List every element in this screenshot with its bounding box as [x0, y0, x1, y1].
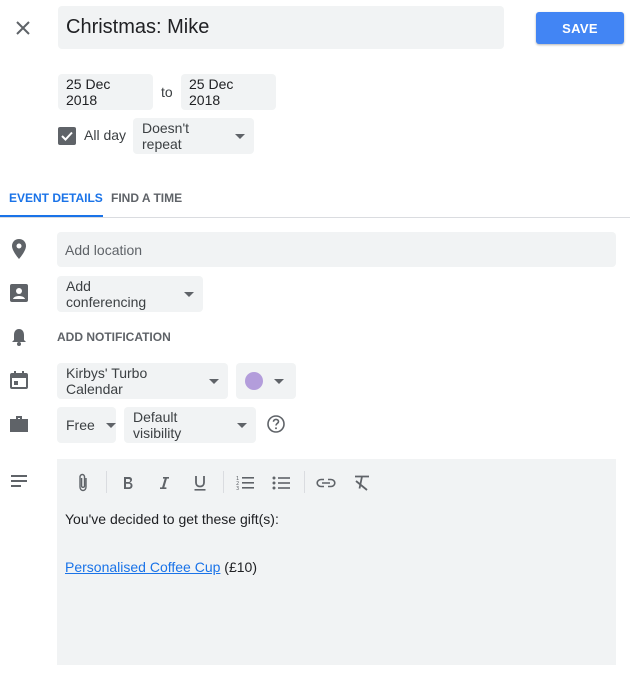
visibility-select[interactable]: Default visibility: [124, 407, 256, 443]
bulleted-list-icon[interactable]: [268, 470, 294, 496]
location-placeholder: Add location: [65, 241, 143, 258]
repeat-select[interactable]: Doesn't repeat: [133, 118, 254, 154]
availability-select[interactable]: Free: [57, 407, 116, 443]
save-button[interactable]: SAVE: [536, 12, 624, 44]
gift-link[interactable]: Personalised Coffee Cup: [65, 559, 220, 575]
event-title-value: Christmas: Mike: [66, 16, 210, 38]
calendar-select-value: Kirbys' Turbo Calendar: [66, 365, 148, 397]
toolbar-separator: [304, 471, 305, 493]
link-icon[interactable]: [313, 470, 339, 496]
toolbar-separator: [106, 471, 107, 493]
end-date-field[interactable]: 25 Dec 2018: [181, 74, 276, 110]
all-day-label: All day: [84, 127, 127, 143]
start-date-field[interactable]: 25 Dec 2018: [58, 74, 153, 110]
location-input[interactable]: Add location: [57, 232, 616, 267]
tab-find-a-time[interactable]: FIND A TIME: [111, 191, 182, 205]
conferencing-icon: [8, 282, 30, 304]
all-day-checkbox[interactable]: [58, 127, 76, 145]
briefcase-icon: [8, 413, 30, 435]
clear-formatting-icon[interactable]: [349, 470, 375, 496]
tab-event-details[interactable]: EVENT DETAILS: [9, 191, 103, 205]
chevron-down-icon: [274, 378, 284, 384]
gift-price: (£10): [224, 559, 257, 575]
svg-text:3: 3: [236, 486, 239, 491]
tab-divider: [0, 217, 630, 218]
attachment-icon[interactable]: [70, 470, 96, 496]
description-icon: [8, 470, 30, 492]
location-pin-icon: [8, 238, 30, 260]
conferencing-label: Add conferencing: [66, 278, 147, 310]
close-icon[interactable]: [8, 13, 38, 43]
gift-line: Personalised Coffee Cup (£10): [65, 559, 257, 575]
calendar-icon: [8, 369, 30, 391]
chevron-down-icon: [235, 133, 245, 139]
conferencing-select[interactable]: Add conferencing: [57, 276, 203, 312]
event-color-select[interactable]: [236, 363, 296, 399]
toolbar-separator: [223, 471, 224, 493]
chevron-down-icon: [184, 291, 194, 297]
description-line: You've decided to get these gift(s):: [65, 511, 279, 527]
visibility-select-value: Default visibility: [133, 409, 182, 441]
event-color-swatch: [245, 372, 263, 390]
chevron-down-icon: [209, 378, 219, 384]
help-icon[interactable]: [266, 414, 288, 436]
calendar-select[interactable]: Kirbys' Turbo Calendar: [57, 363, 228, 399]
description-editor[interactable]: 123 You've decided to get these gift(s):…: [57, 459, 616, 665]
repeat-select-value: Doesn't repeat: [142, 120, 190, 152]
availability-select-value: Free: [66, 417, 95, 433]
add-notification-button[interactable]: ADD NOTIFICATION: [57, 330, 171, 344]
check-icon: [61, 131, 73, 141]
event-title-input[interactable]: Christmas: Mike: [58, 6, 504, 49]
underline-icon[interactable]: [187, 470, 213, 496]
bold-icon[interactable]: [115, 470, 141, 496]
chevron-down-icon: [237, 422, 247, 428]
italic-icon[interactable]: [151, 470, 177, 496]
date-separator: to: [161, 84, 173, 100]
numbered-list-icon[interactable]: 123: [232, 470, 258, 496]
chevron-down-icon: [105, 422, 116, 428]
bell-icon: [8, 326, 30, 348]
